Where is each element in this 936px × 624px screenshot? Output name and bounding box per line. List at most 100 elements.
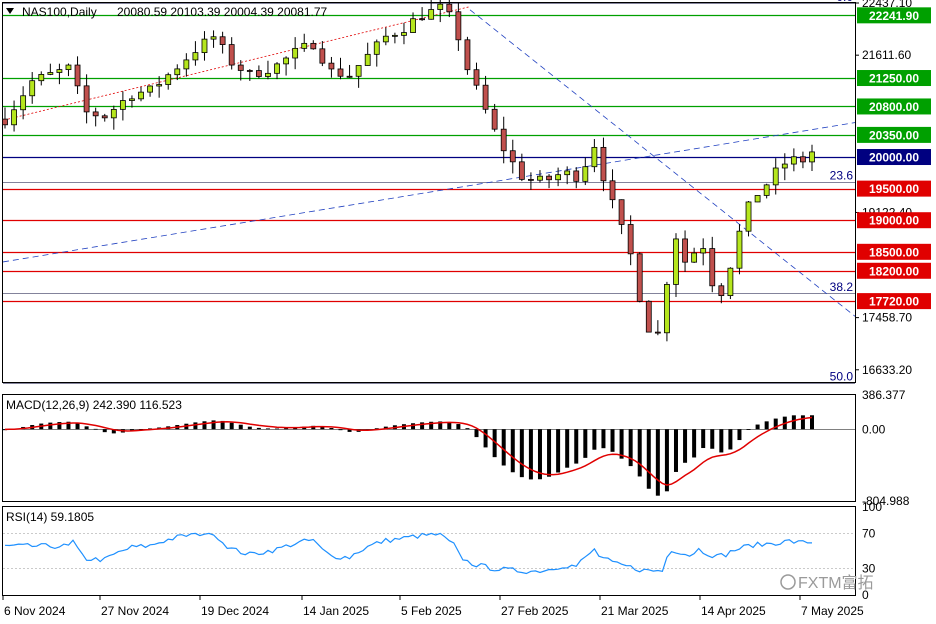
macd-histogram-bar <box>93 428 98 430</box>
bull-candle[interactable] <box>809 151 815 163</box>
bear-candle[interactable] <box>310 42 317 50</box>
bear-candle[interactable] <box>546 175 552 181</box>
bull-candle[interactable] <box>201 38 208 54</box>
bull-candle[interactable] <box>274 63 280 74</box>
bear-candle[interactable] <box>2 118 8 126</box>
bear-candle[interactable] <box>446 3 453 13</box>
bull-candle[interactable] <box>391 34 398 37</box>
price-tick-label: 21611.60 <box>862 48 911 62</box>
bull-candle[interactable] <box>283 57 289 65</box>
bear-candle[interactable] <box>246 70 253 72</box>
bull-candle[interactable] <box>582 166 589 182</box>
bull-candle[interactable] <box>38 74 45 82</box>
bear-candle[interactable] <box>645 300 652 333</box>
bull-candle[interactable] <box>772 167 779 186</box>
bull-candle[interactable] <box>355 65 362 77</box>
bull-candle[interactable] <box>373 41 380 55</box>
bull-candle[interactable] <box>156 84 163 87</box>
bull-candle[interactable] <box>401 32 407 36</box>
bear-candle[interactable] <box>92 111 99 117</box>
bear-candle[interactable] <box>337 68 344 77</box>
bull-candle[interactable] <box>47 72 54 75</box>
bear-candle[interactable] <box>74 64 81 87</box>
bull-candle[interactable] <box>147 85 153 93</box>
bull-candle[interactable] <box>727 267 734 297</box>
bull-candle[interactable] <box>301 42 308 49</box>
bear-candle[interactable] <box>627 224 634 255</box>
bull-candle[interactable] <box>11 109 17 126</box>
bull-candle[interactable] <box>183 59 190 70</box>
bull-candle[interactable] <box>790 156 797 165</box>
bear-candle[interactable] <box>319 48 326 64</box>
bull-candle[interactable] <box>537 175 543 181</box>
bear-candle[interactable] <box>718 285 725 297</box>
bull-candle[interactable] <box>129 98 135 101</box>
bear-candle[interactable] <box>482 84 489 110</box>
bull-candle[interactable] <box>29 80 36 97</box>
bear-candle[interactable] <box>654 331 661 334</box>
macd-histogram-bar <box>193 422 198 430</box>
bear-candle[interactable] <box>682 238 688 263</box>
bull-candle[interactable] <box>174 68 181 76</box>
bull-candle[interactable] <box>292 47 299 59</box>
bull-candle[interactable] <box>691 252 698 263</box>
bear-candle[interactable] <box>455 11 462 41</box>
macd-histogram-bar <box>556 429 561 473</box>
bull-candle[interactable] <box>745 201 752 232</box>
bull-candle[interactable] <box>65 64 72 71</box>
bear-candle[interactable] <box>491 108 498 130</box>
bull-candle[interactable] <box>437 3 444 10</box>
bull-candle[interactable] <box>555 174 562 181</box>
bull-candle[interactable] <box>56 69 63 73</box>
bull-candle[interactable] <box>165 74 172 85</box>
bull-candle[interactable] <box>591 146 598 168</box>
bull-candle[interactable] <box>210 36 217 40</box>
bull-candle[interactable] <box>736 230 743 269</box>
bear-candle[interactable] <box>609 180 616 201</box>
bull-candle[interactable] <box>763 184 770 196</box>
bull-candle[interactable] <box>664 284 670 334</box>
bear-candle[interactable] <box>709 248 716 287</box>
bull-candle[interactable] <box>700 248 707 254</box>
bear-candle[interactable] <box>328 62 335 70</box>
bull-candle[interactable] <box>364 53 371 66</box>
bear-candle[interactable] <box>255 70 262 77</box>
bull-candle[interactable] <box>119 100 126 110</box>
bull-candle[interactable] <box>265 72 271 77</box>
bear-candle[interactable] <box>800 156 806 163</box>
bull-candle[interactable] <box>382 35 389 43</box>
bear-candle[interactable] <box>464 39 471 71</box>
bear-candle[interactable] <box>518 161 525 180</box>
bull-candle[interactable] <box>110 108 117 119</box>
bear-candle[interactable] <box>636 253 643 302</box>
rsi-panel[interactable] <box>2 506 856 596</box>
bear-candle[interactable] <box>573 170 580 182</box>
date-label: 7 May 2025 <box>801 604 864 618</box>
bull-candle[interactable] <box>673 238 679 285</box>
bull-candle[interactable] <box>20 95 27 111</box>
bear-candle[interactable] <box>83 85 90 113</box>
bear-candle[interactable] <box>419 18 426 21</box>
bull-candle[interactable] <box>781 163 788 169</box>
bear-candle[interactable] <box>237 64 244 71</box>
bull-candle[interactable] <box>410 18 416 33</box>
bear-candle[interactable] <box>346 75 353 78</box>
bull-candle[interactable] <box>428 9 435 20</box>
macd-histogram-bar <box>664 429 669 492</box>
bull-candle[interactable] <box>564 170 571 176</box>
bear-candle[interactable] <box>509 150 516 163</box>
bear-candle[interactable] <box>228 44 235 66</box>
bull-candle[interactable] <box>754 195 761 203</box>
bear-candle[interactable] <box>618 199 625 225</box>
macd-histogram-bar <box>256 427 261 430</box>
bull-candle[interactable] <box>138 91 144 100</box>
bear-candle[interactable] <box>473 69 480 86</box>
bear-candle[interactable] <box>600 146 607 182</box>
bear-candle[interactable] <box>101 115 108 119</box>
bear-candle[interactable] <box>219 36 226 45</box>
bull-candle[interactable] <box>192 52 199 61</box>
price-chart[interactable]: 22437.1021611.6019122.4017458.7016633.20… <box>0 0 936 624</box>
macd-histogram-bar <box>465 428 470 430</box>
bear-candle[interactable] <box>500 128 507 152</box>
bear-candle[interactable] <box>528 178 534 181</box>
